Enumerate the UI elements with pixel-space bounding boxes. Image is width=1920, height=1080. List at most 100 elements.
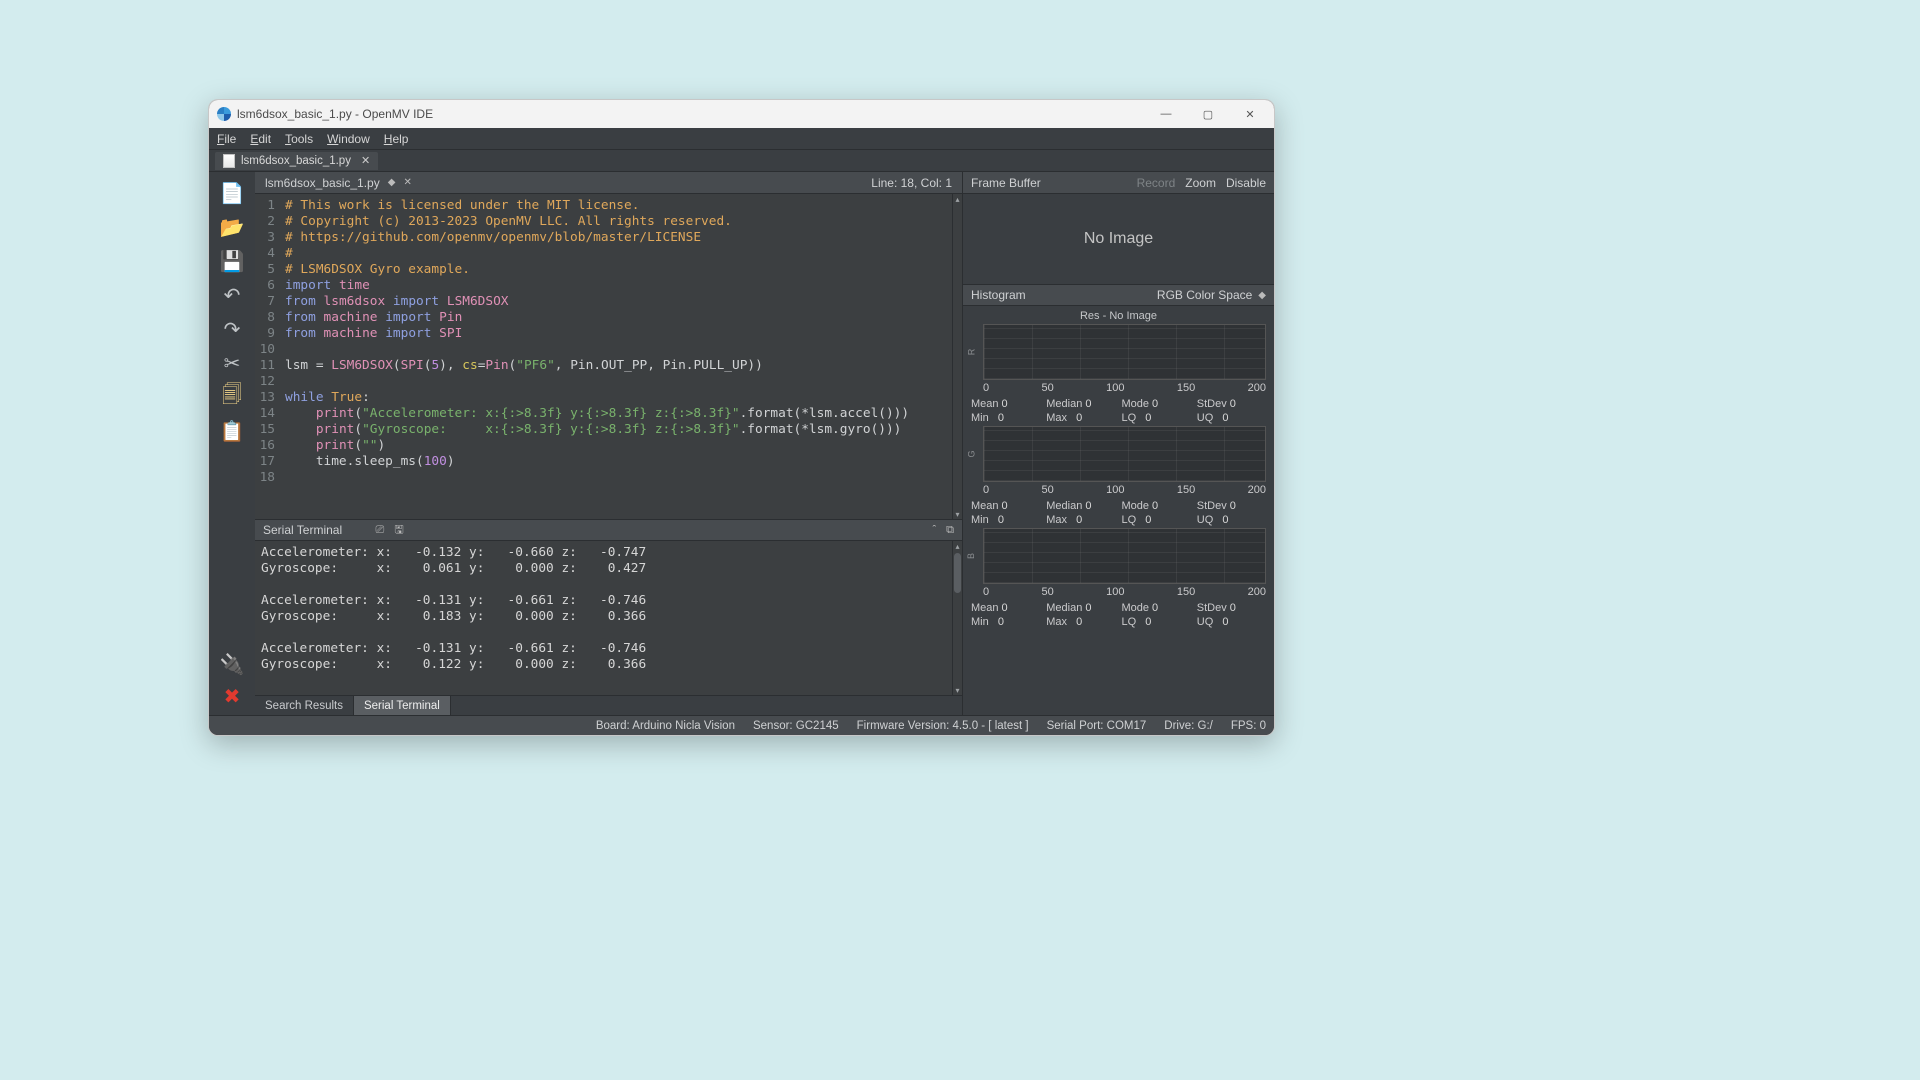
editor-filename[interactable]: lsm6dsox_basic_1.py	[265, 176, 380, 190]
axis-tick: 200	[1248, 586, 1266, 598]
disable-button[interactable]: Disable	[1226, 176, 1266, 190]
right-panel: Frame Buffer Record Zoom Disable No Imag…	[962, 172, 1274, 715]
axis-tick: 0	[983, 484, 989, 496]
scroll-down-icon[interactable]: ▾	[953, 509, 962, 519]
close-tab-icon[interactable]: ✕	[357, 154, 370, 167]
zoom-button[interactable]: Zoom	[1185, 176, 1216, 190]
bottom-tabs: Search Results Serial Terminal	[255, 695, 962, 715]
connect-icon[interactable]: 🔌	[217, 649, 247, 679]
serial-scrollbar[interactable]: ▴ ▾	[952, 541, 962, 695]
histogram-axis: 0 50 100 150 200	[983, 586, 1266, 598]
tab-search-results[interactable]: Search Results	[255, 696, 354, 715]
serial-terminal[interactable]: Accelerometer: x: -0.132 y: -0.660 z: -0…	[255, 541, 962, 695]
axis-tick: 0	[983, 586, 989, 598]
file-tab-row: lsm6dsox_basic_1.py ✕	[209, 150, 1274, 172]
histogram-b: B	[983, 528, 1266, 584]
record-button[interactable]: Record	[1137, 176, 1176, 190]
histogram-axis: 0 50 100 150 200	[983, 382, 1266, 394]
collapse-terminal-icon[interactable]: ˆ	[932, 524, 936, 536]
app-window: lsm6dsox_basic_1.py - OpenMV IDE — ▢ ✕ F…	[208, 99, 1275, 736]
menu-file[interactable]: File	[217, 132, 236, 146]
histogram-stats: Mean0Median0Mode0StDev0Min 0Max 0LQ 0UQ …	[971, 500, 1266, 526]
clear-terminal-icon[interactable]: ⎚	[376, 524, 385, 537]
histogram-g: G	[983, 426, 1266, 482]
framebuffer-title: Frame Buffer	[971, 176, 1041, 190]
dropdown-icon[interactable]: ◆	[1258, 290, 1266, 301]
histogram-header: Histogram RGB Color Space ◆	[963, 284, 1274, 306]
channel-label: B	[966, 553, 976, 559]
new-file-icon[interactable]: 📄	[217, 178, 247, 208]
histogram-title: Histogram	[971, 288, 1026, 302]
save-terminal-icon[interactable]: 🖫	[394, 521, 403, 540]
status-firmware: Firmware Version: 4.5.0 - [ latest ]	[857, 720, 1029, 732]
res-label: Res - No Image	[963, 306, 1274, 322]
no-image-label: No Image	[1084, 230, 1153, 248]
tab-serial-terminal[interactable]: Serial Terminal	[354, 696, 451, 715]
popout-terminal-icon[interactable]: ⧉	[946, 524, 954, 537]
minimize-button[interactable]: —	[1148, 103, 1184, 125]
save-file-icon[interactable]: 💾	[217, 246, 247, 276]
axis-tick: 50	[1042, 382, 1054, 394]
stop-icon[interactable]: ✖	[217, 681, 247, 711]
code-area[interactable]: # This work is licensed under the MIT li…	[281, 194, 952, 519]
status-sensor: Sensor: GC2145	[753, 720, 839, 732]
close-button[interactable]: ✕	[1232, 103, 1268, 125]
histogram-axis: 0 50 100 150 200	[983, 484, 1266, 496]
scroll-down-icon[interactable]: ▾	[953, 685, 962, 695]
app-logo-icon	[217, 107, 231, 121]
axis-tick: 150	[1177, 484, 1195, 496]
axis-tick: 100	[1106, 484, 1124, 496]
serial-header: Serial Terminal ⎚ 🖫 ˆ ⧉	[255, 519, 962, 541]
editor-scrollbar[interactable]: ▴ ▾	[952, 194, 962, 519]
framebuffer-header: Frame Buffer Record Zoom Disable	[963, 172, 1274, 194]
symbol-dropdown-icon[interactable]: ◆	[388, 177, 396, 188]
close-editor-icon[interactable]: ✕	[403, 177, 411, 188]
color-space-select[interactable]: RGB Color Space	[1157, 288, 1252, 302]
copy-icon[interactable]: 🗐	[217, 382, 247, 412]
axis-tick: 100	[1106, 586, 1124, 598]
paste-icon[interactable]: 📋	[217, 416, 247, 446]
scroll-thumb[interactable]	[954, 553, 961, 593]
file-tab[interactable]: lsm6dsox_basic_1.py ✕	[215, 152, 378, 170]
histogram-panel: R 0 50 100 150 200 Mean0Median0Mode0StDev0Min …	[963, 322, 1274, 630]
axis-tick: 200	[1248, 484, 1266, 496]
histogram-stats: Mean0Median0Mode0StDev0Min 0Max 0LQ 0UQ …	[971, 398, 1266, 424]
axis-tick: 50	[1042, 586, 1054, 598]
axis-tick: 150	[1177, 586, 1195, 598]
maximize-button[interactable]: ▢	[1190, 103, 1226, 125]
axis-tick: 200	[1248, 382, 1266, 394]
channel-label: R	[966, 349, 976, 356]
window-title: lsm6dsox_basic_1.py - OpenMV IDE	[237, 107, 433, 121]
menu-edit[interactable]: Edit	[250, 132, 271, 146]
serial-output: Accelerometer: x: -0.132 y: -0.660 z: -0…	[255, 541, 952, 695]
axis-tick: 0	[983, 382, 989, 394]
left-toolbar: 📄 📂 💾 ↶ ↷ ✂ 🗐 📋 🔌 ✖	[209, 172, 255, 715]
channel-label: G	[967, 450, 977, 457]
status-drive: Drive: G:/	[1164, 720, 1213, 732]
serial-title[interactable]: Serial Terminal	[263, 523, 342, 537]
axis-tick: 50	[1042, 484, 1054, 496]
axis-tick: 150	[1177, 382, 1195, 394]
file-tab-label: lsm6dsox_basic_1.py	[241, 155, 351, 167]
axis-tick: 100	[1106, 382, 1124, 394]
statusbar: Board: Arduino Nicla Vision Sensor: GC21…	[209, 715, 1274, 735]
menubar: File Edit Tools Window Help	[209, 128, 1274, 150]
open-file-icon[interactable]: 📂	[217, 212, 247, 242]
cursor-position: Line: 18, Col: 1	[871, 176, 952, 190]
redo-icon[interactable]: ↷	[217, 314, 247, 344]
editor-bar: lsm6dsox_basic_1.py ◆ ✕ Line: 18, Col: 1	[255, 172, 962, 194]
menu-tools[interactable]: Tools	[285, 132, 313, 146]
scroll-up-icon[interactable]: ▴	[953, 541, 962, 551]
menu-help[interactable]: Help	[384, 132, 409, 146]
code-editor[interactable]: 1 2 3 4 5 6 7 8 9 10 11 12 13 14 15 16 1…	[255, 194, 962, 519]
undo-icon[interactable]: ↶	[217, 280, 247, 310]
scroll-up-icon[interactable]: ▴	[953, 194, 962, 204]
menu-window[interactable]: Window	[327, 132, 370, 146]
framebuffer-view: No Image	[963, 194, 1274, 284]
titlebar[interactable]: lsm6dsox_basic_1.py - OpenMV IDE — ▢ ✕	[209, 100, 1274, 128]
status-port: Serial Port: COM17	[1047, 720, 1147, 732]
cut-icon[interactable]: ✂	[217, 348, 247, 378]
status-board: Board: Arduino Nicla Vision	[596, 720, 735, 732]
document-icon	[223, 154, 235, 168]
line-gutter: 1 2 3 4 5 6 7 8 9 10 11 12 13 14 15 16 1…	[255, 194, 281, 519]
